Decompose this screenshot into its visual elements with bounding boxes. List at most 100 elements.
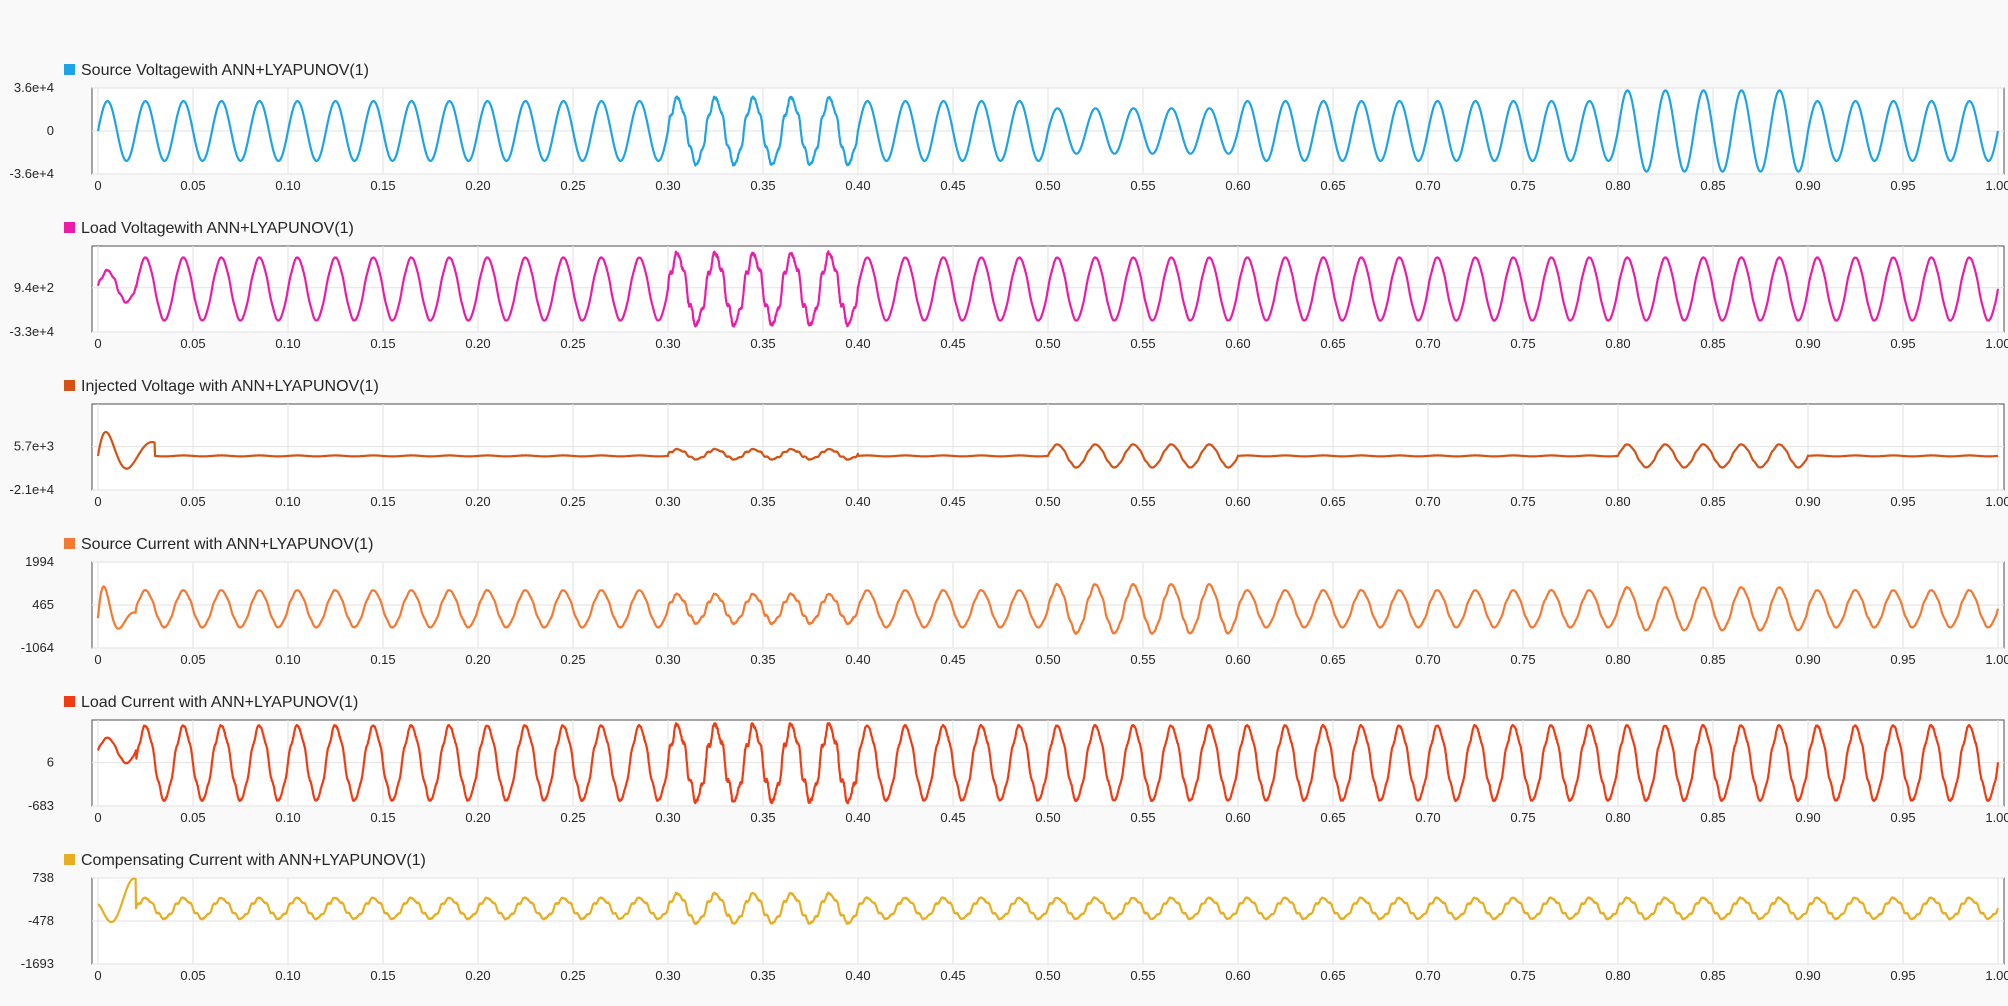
scope-panel-6: Compensating Current with ANN+LYAPUNOV(1…: [21, 852, 2008, 983]
x-tick-label: 0.75: [1510, 810, 1535, 825]
x-tick-label: 0.65: [1320, 494, 1345, 509]
x-tick-label: 0.85: [1700, 494, 1725, 509]
y-tick-label: -683: [28, 798, 54, 813]
legend-swatch: [64, 696, 75, 707]
x-tick-label: 0.10: [275, 494, 300, 509]
scope-panel-5: Load Current with ANN+LYAPUNOV(1) 0 0.05 0.…: [28, 694, 2008, 825]
scope-panel-1: Source Voltagewith ANN+LYAPUNOV(1) 0 0.05 0…: [10, 62, 2008, 193]
x-tick-label: 0.50: [1035, 336, 1060, 351]
legend-swatch: [64, 380, 75, 391]
scope-panel-3: Injected Voltage with ANN+LYAPUNOV(1) 0 0.…: [10, 378, 2008, 509]
x-tick-label: 0.20: [465, 494, 490, 509]
y-tick-label: 3.6e+4: [14, 80, 54, 95]
x-tick-label: 0.90: [1795, 336, 1820, 351]
x-tick-label: 0.05: [180, 494, 205, 509]
legend-swatch: [64, 64, 75, 75]
x-tick-label: 0.75: [1510, 652, 1535, 667]
x-tick-label: 0.70: [1415, 494, 1440, 509]
x-tick-label: 0.20: [465, 336, 490, 351]
x-tick-label: 0.25: [560, 336, 585, 351]
legend-label: Load Voltagewith ANN+LYAPUNOV(1): [81, 220, 354, 237]
x-tick-label: 0.30: [655, 968, 680, 983]
x-tick-label: 1.00: [1985, 652, 2008, 667]
x-tick-label: 0.75: [1510, 968, 1535, 983]
x-tick-label: 0.30: [655, 652, 680, 667]
x-tick-label: 0.25: [560, 178, 585, 193]
x-tick-label: 0.60: [1225, 178, 1250, 193]
x-tick-label: 0.05: [180, 652, 205, 667]
x-tick-label: 0.40: [845, 336, 870, 351]
x-tick-label: 0.20: [465, 178, 490, 193]
x-tick-label: 0.35: [750, 336, 775, 351]
x-tick-label: 0.20: [465, 652, 490, 667]
x-tick-label: 0.50: [1035, 810, 1060, 825]
x-tick-label: 0.40: [845, 652, 870, 667]
x-tick-label: 0.45: [940, 178, 965, 193]
scope-panel-2: Load Voltagewith ANN+LYAPUNOV(1) 0 0.05 0.1…: [10, 220, 2008, 351]
x-tick-label: 0.30: [655, 336, 680, 351]
x-tick-label: 0.15: [370, 494, 395, 509]
x-tick-label: 0.25: [560, 494, 585, 509]
x-tick-label: 0.45: [940, 336, 965, 351]
y-tick-label: 1994: [25, 554, 54, 569]
x-tick-label: 0.05: [180, 810, 205, 825]
x-tick-label: 0: [94, 336, 101, 351]
x-tick-label: 0.40: [845, 494, 870, 509]
x-tick-label: 0.85: [1700, 968, 1725, 983]
x-tick-label: 0.25: [560, 968, 585, 983]
x-tick-label: 0.05: [180, 178, 205, 193]
x-tick-label: 1.00: [1985, 810, 2008, 825]
legend-label: Source Voltagewith ANN+LYAPUNOV(1): [81, 62, 369, 79]
x-tick-label: 0.55: [1130, 178, 1155, 193]
x-tick-label: 0.90: [1795, 968, 1820, 983]
x-tick-label: 0.35: [750, 810, 775, 825]
x-tick-label: 0.25: [560, 810, 585, 825]
x-tick-label: 0.10: [275, 336, 300, 351]
x-tick-label: 0.85: [1700, 652, 1725, 667]
x-tick-label: 0.35: [750, 968, 775, 983]
x-tick-label: 0.35: [750, 494, 775, 509]
x-tick-label: 0.55: [1130, 968, 1155, 983]
x-tick-label: 0.25: [560, 652, 585, 667]
x-tick-label: 1.00: [1985, 336, 2008, 351]
x-tick-label: 0.60: [1225, 336, 1250, 351]
x-tick-label: 0.65: [1320, 968, 1345, 983]
x-tick-label: 0.60: [1225, 494, 1250, 509]
x-tick-label: 0.95: [1890, 810, 1915, 825]
y-tick-label: 6: [47, 755, 54, 770]
x-tick-label: 0: [94, 652, 101, 667]
y-tick-label: 0: [47, 123, 54, 138]
x-tick-label: 0: [94, 178, 101, 193]
x-tick-label: 0.05: [180, 968, 205, 983]
y-tick-label: 738: [32, 870, 54, 885]
x-tick-label: 0.95: [1890, 336, 1915, 351]
y-tick-label: -1693: [21, 956, 54, 971]
x-tick-label: 0.60: [1225, 968, 1250, 983]
x-tick-label: 1.00: [1985, 178, 2008, 193]
x-tick-label: 0.15: [370, 652, 395, 667]
y-tick-label: 9.4e+2: [14, 280, 54, 295]
x-tick-label: 0: [94, 968, 101, 983]
x-tick-label: 0.80: [1605, 178, 1630, 193]
y-tick-label: -3.3e+4: [10, 324, 54, 339]
x-tick-label: 0.85: [1700, 336, 1725, 351]
x-tick-label: 0.90: [1795, 652, 1820, 667]
x-tick-label: 0.80: [1605, 494, 1630, 509]
x-tick-label: 0.90: [1795, 178, 1820, 193]
x-tick-label: 0.70: [1415, 810, 1440, 825]
x-tick-label: 0.85: [1700, 810, 1725, 825]
legend-label: Load Current with ANN+LYAPUNOV(1): [81, 694, 358, 711]
legend-swatch: [64, 222, 75, 233]
x-tick-label: 0.90: [1795, 810, 1820, 825]
scope-stack: Source Voltagewith ANN+LYAPUNOV(1) 0 0.05 0…: [0, 0, 2008, 990]
legend-label: Compensating Current with ANN+LYAPUNOV(1…: [81, 852, 426, 869]
x-tick-label: 0.50: [1035, 652, 1060, 667]
y-tick-label: -3.6e+4: [10, 166, 54, 181]
y-tick-label: 465: [32, 597, 54, 612]
x-tick-label: 0.55: [1130, 652, 1155, 667]
x-tick-label: 0.65: [1320, 810, 1345, 825]
x-tick-label: 0.45: [940, 968, 965, 983]
x-tick-label: 0.70: [1415, 178, 1440, 193]
x-tick-label: 0.80: [1605, 968, 1630, 983]
x-tick-label: 0.15: [370, 968, 395, 983]
